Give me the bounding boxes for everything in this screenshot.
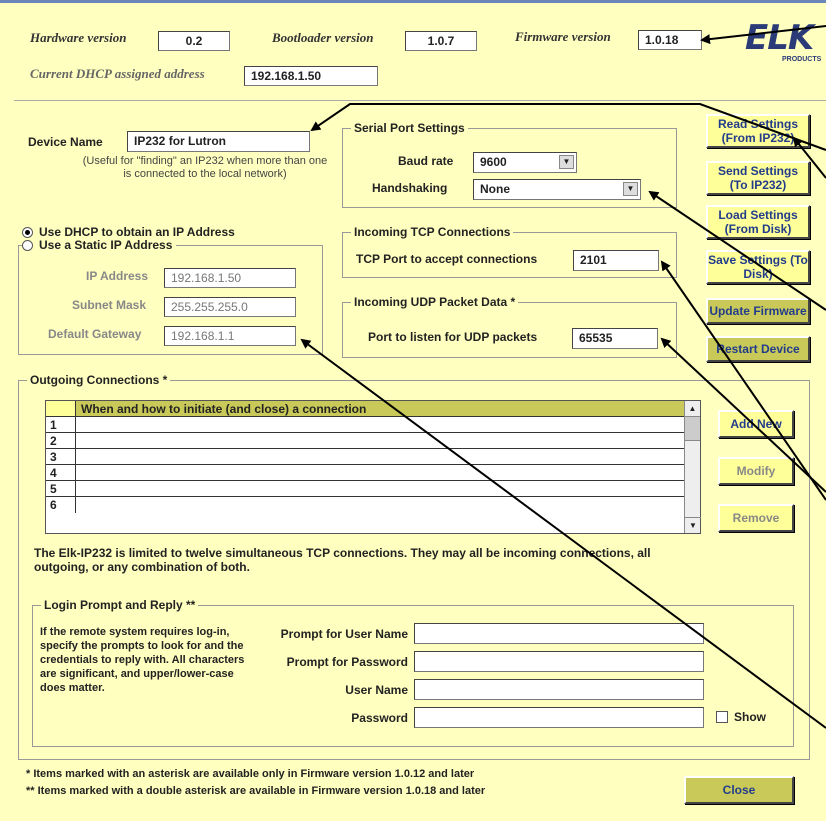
arrow-to-device-name xyxy=(310,103,826,151)
annotation-arrows xyxy=(300,25,826,729)
arrow-to-gateway xyxy=(300,338,826,729)
arrow-to-handshaking xyxy=(648,190,826,311)
arrow-to-udp-port xyxy=(660,337,826,493)
arrow-to-tcp-port xyxy=(660,260,826,501)
arrow-to-firmware xyxy=(700,25,826,45)
